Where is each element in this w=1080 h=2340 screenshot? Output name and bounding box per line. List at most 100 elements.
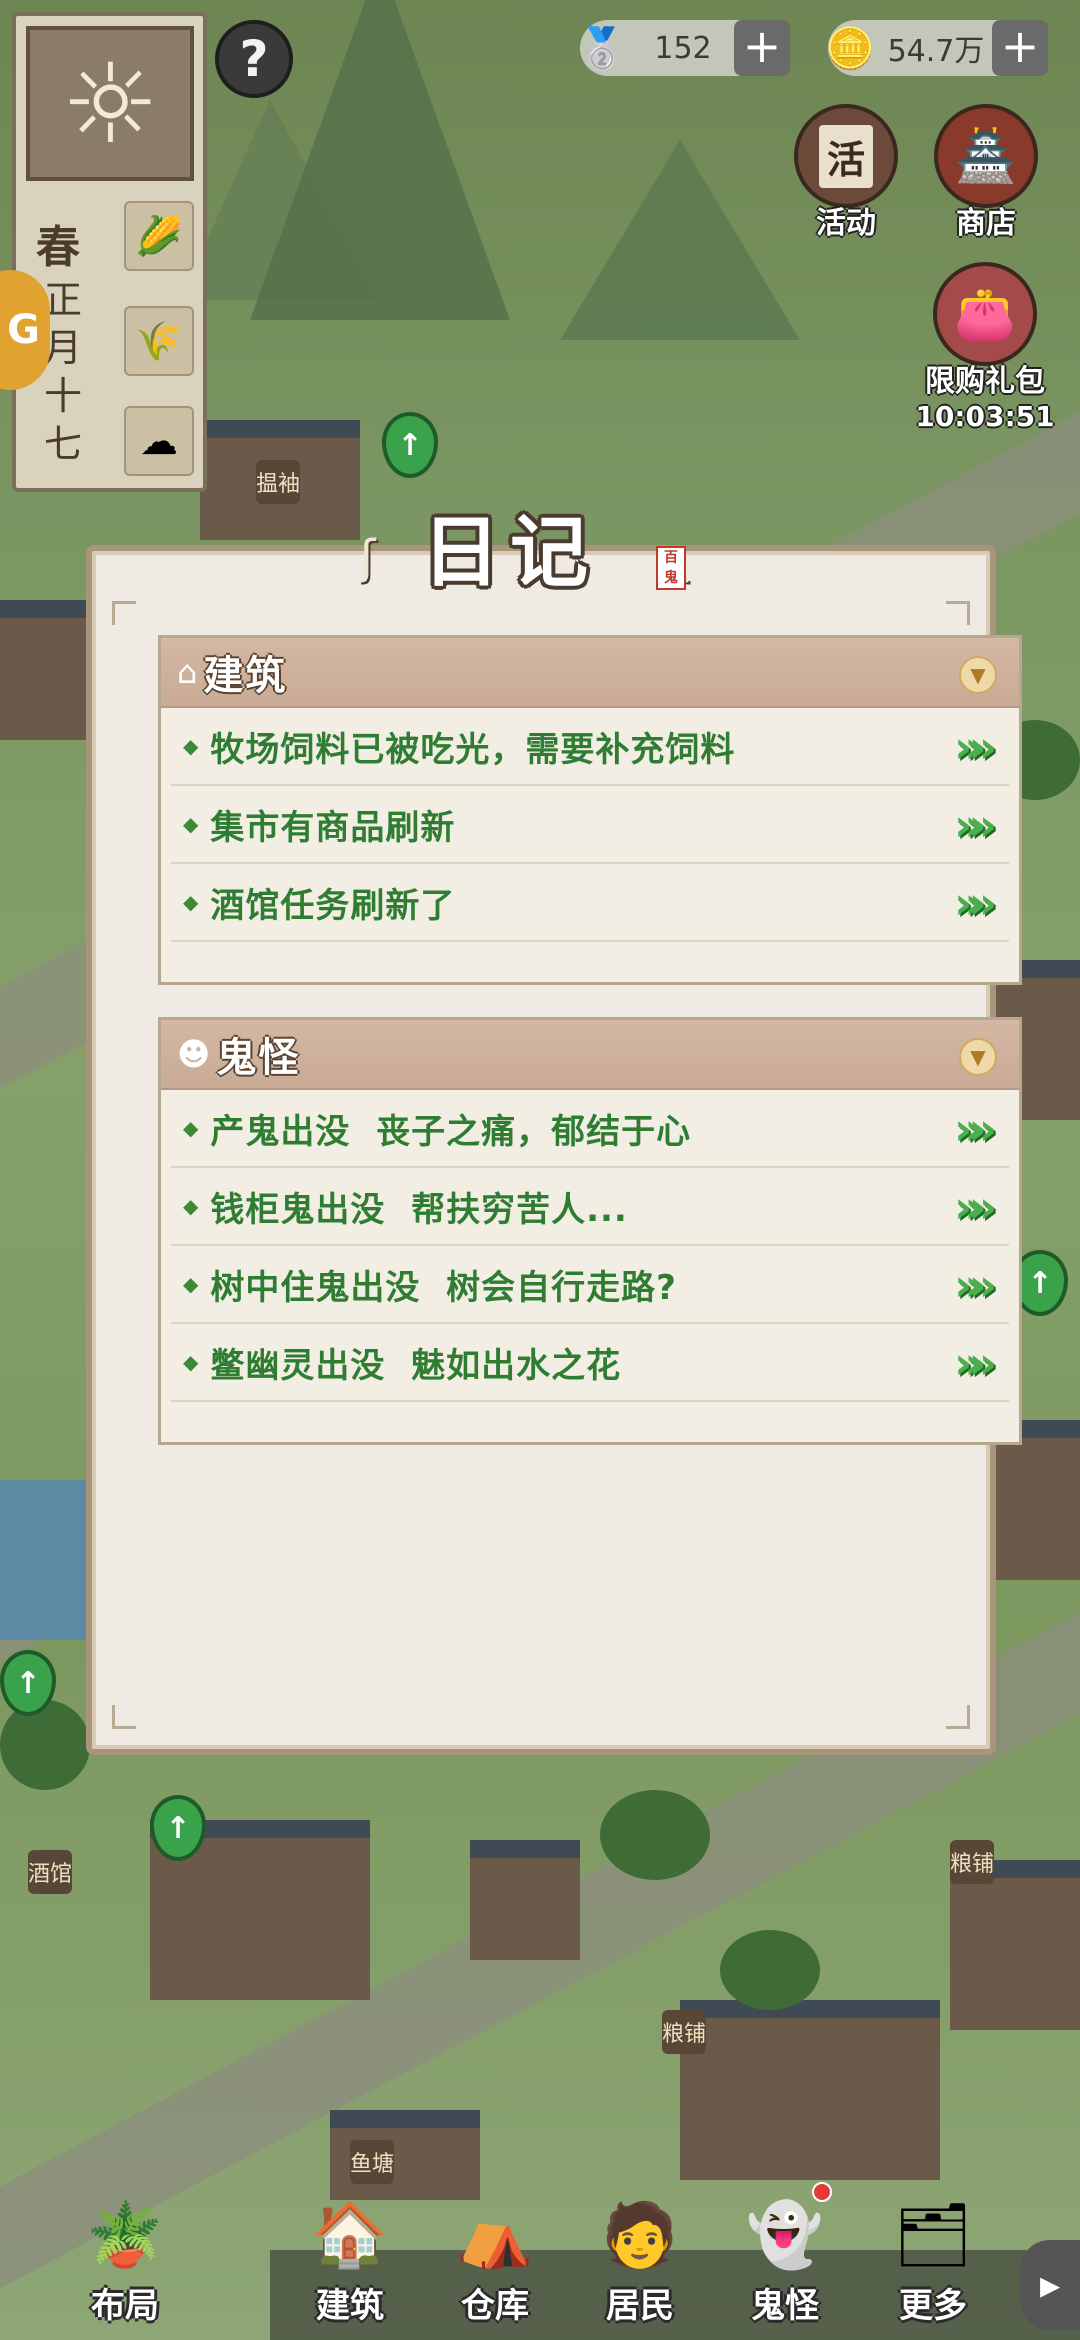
entry-text: 酒馆任务刷新了 [210, 885, 456, 926]
add-coins-button[interactable]: + [992, 20, 1048, 76]
diamond-bullet-icon: ◆ [183, 1194, 199, 1218]
activity-glyph: 活 [818, 124, 873, 188]
section-ghosts: ☻ 鬼怪 ▼ ◆ 产鬼出没 丧子之痛，郁结于心 »» ◆ 钱柜鬼出没 帮扶穷苦人… [158, 1017, 1022, 1445]
activity-label: 活动 [816, 206, 876, 241]
diamond-bullet-icon: ◆ [183, 1116, 199, 1140]
bottom-navigation: 🪴 布局 🏠 建筑 ⛺ 仓库 🧑 居民 👻 鬼怪 🗂 更多 ▸ [0, 2180, 1080, 2340]
limited-gift-pack-button[interactable]: 👛 限购礼包 10:03:51 [910, 262, 1060, 433]
go-arrow-icon[interactable]: »» [954, 1260, 997, 1311]
entry-text: 牧场饲料已被吃光，需要补充饲料 [210, 729, 736, 770]
nav-residents-button[interactable]: 🧑 居民 [575, 2180, 705, 2327]
copper-coin-icon: 🪙 [825, 25, 875, 72]
collapse-chevron-icon[interactable]: ▼ [959, 656, 997, 694]
building-sign: 酒馆 [28, 1850, 72, 1894]
nav-label: 仓库 [461, 2286, 529, 2326]
section-title: 建筑 [203, 652, 288, 699]
scroll-icon: 活 [794, 104, 898, 208]
diamond-bullet-icon: ◆ [183, 734, 199, 758]
shop-icon: 🏯 [934, 104, 1038, 208]
crop-cloud-icon[interactable]: ☁ [124, 406, 194, 476]
nav-building-button[interactable]: 🏠 建筑 [285, 2180, 415, 2327]
entry-text: 集市有商品刷新 [210, 807, 456, 848]
side-tab-button[interactable]: G [0, 270, 50, 390]
warehouse-icon: ⛺ [456, 2198, 534, 2271]
season-label: 春 [36, 222, 80, 273]
dialog-title: 日记 [421, 507, 598, 598]
tree [720, 1930, 820, 2010]
entry-text: 鳖幽灵出没 魅如出水之花 [210, 1345, 622, 1386]
seal-stamp: 百鬼 [656, 546, 686, 590]
shop-label: 商店 [956, 206, 1016, 241]
diamond-bullet-icon: ◆ [183, 890, 199, 914]
coin-counter: 🪙 54.7万 + [825, 20, 1048, 76]
nav-label: 建筑 [316, 2286, 384, 2326]
building[interactable] [0, 600, 90, 740]
go-arrow-icon[interactable]: »» [954, 800, 997, 851]
gift-pack-label: 限购礼包 [925, 364, 1045, 399]
ghost-icon: ☻ [177, 1035, 211, 1073]
diary-entry[interactable]: ◆ 产鬼出没 丧子之痛，郁结于心 »» [171, 1090, 1009, 1168]
diary-entry[interactable]: ◆ 酒馆任务刷新了 »» [171, 864, 1009, 942]
entry-text: 钱柜鬼出没 帮扶穷苦人... [210, 1189, 628, 1230]
house-icon: ⌂ [177, 653, 198, 691]
tree [0, 1700, 90, 1790]
go-arrow-icon[interactable]: »» [954, 1338, 997, 1389]
section-header[interactable]: ☻ 鬼怪 ▼ [161, 1020, 1019, 1090]
diary-entry[interactable]: ◆ 钱柜鬼出没 帮扶穷苦人... »» [171, 1168, 1009, 1246]
activity-button[interactable]: 活 活动 [786, 104, 906, 242]
upgrade-marker-icon[interactable]: ↑ [382, 412, 438, 478]
building-sign: 鱼塘 [350, 2140, 394, 2184]
diary-entry[interactable]: ◆ 鳖幽灵出没 魅如出水之花 »» [171, 1324, 1009, 1402]
diary-entry[interactable]: ◆ 集市有商品刷新 »» [171, 786, 1009, 864]
collapse-chevron-icon[interactable]: ▼ [959, 1038, 997, 1076]
section-buildings: ⌂ 建筑 ▼ ◆ 牧场饲料已被吃光，需要补充饲料 »» ◆ 集市有商品刷新 »»… [158, 635, 1022, 985]
silver-value: 152 [654, 30, 712, 66]
section-header[interactable]: ⌂ 建筑 ▼ [161, 638, 1019, 708]
nav-warehouse-button[interactable]: ⛺ 仓库 [430, 2180, 560, 2327]
more-icon: 🗂 [893, 2198, 973, 2271]
crop-wheat-icon[interactable]: 🌾 [124, 306, 194, 376]
frame-corner [946, 1705, 970, 1729]
building-icon: 🏠 [311, 2198, 389, 2271]
layout-icon: 🪴 [86, 2198, 164, 2271]
diamond-bullet-icon: ◆ [183, 1350, 199, 1374]
go-arrow-icon[interactable]: »» [954, 722, 997, 773]
add-silver-button[interactable]: + [734, 20, 790, 76]
nav-label: 更多 [899, 2286, 967, 2326]
diamond-bullet-icon: ◆ [183, 812, 199, 836]
frame-corner [112, 1705, 136, 1729]
building[interactable] [680, 2000, 940, 2180]
diamond-bullet-icon: ◆ [183, 1272, 199, 1296]
entry-text: 产鬼出没 丧子之痛，郁结于心 [210, 1111, 692, 1152]
section-title: 鬼怪 [216, 1034, 301, 1081]
frame-corner [946, 601, 970, 625]
diary-entry[interactable]: ◆ 树中住鬼出没 树会自行走路? »» [171, 1246, 1009, 1324]
coin-value: 54.7万 [887, 34, 985, 69]
lunar-date: 正月十七 [44, 278, 83, 466]
silver-ingot-icon: 🥈 [577, 25, 627, 72]
entry-text: 树中住鬼出没 树会自行走路? [210, 1267, 677, 1308]
go-arrow-icon[interactable]: »» [954, 1182, 997, 1233]
nav-label: 布局 [91, 2286, 159, 2326]
shop-button[interactable]: 🏯 商店 [926, 104, 1046, 242]
nav-ghosts-button[interactable]: 👻 鬼怪 [720, 2180, 850, 2327]
help-button[interactable]: ? [215, 20, 293, 98]
pond [0, 1480, 86, 1640]
crop-corn-icon[interactable]: 🌽 [124, 201, 194, 271]
expand-arrow-icon[interactable]: ▸ [1020, 2240, 1080, 2330]
mountain [560, 140, 800, 340]
building[interactable] [470, 1840, 580, 1960]
resident-icon: 🧑 [601, 2198, 679, 2271]
season-panel[interactable]: ☼ 春 正月十七 🌽 🌾 ☁ [12, 12, 207, 492]
diary-entry[interactable]: ◆ 牧场饲料已被吃光，需要补充饲料 »» [171, 708, 1009, 786]
nav-layout-button[interactable]: 🪴 布局 [60, 2180, 190, 2327]
tree [600, 1790, 710, 1880]
go-arrow-icon[interactable]: »» [954, 1104, 997, 1155]
frame-corner [112, 601, 136, 625]
building[interactable] [950, 1860, 1080, 2030]
go-arrow-icon[interactable]: »» [954, 878, 997, 929]
nav-label: 鬼怪 [751, 2286, 819, 2326]
nav-more-button[interactable]: 🗂 更多 [868, 2180, 998, 2327]
weather-sun-icon[interactable]: ☼ [26, 26, 194, 181]
diary-title-banner: ʃ 日记 ʅ 百鬼 [270, 490, 740, 600]
